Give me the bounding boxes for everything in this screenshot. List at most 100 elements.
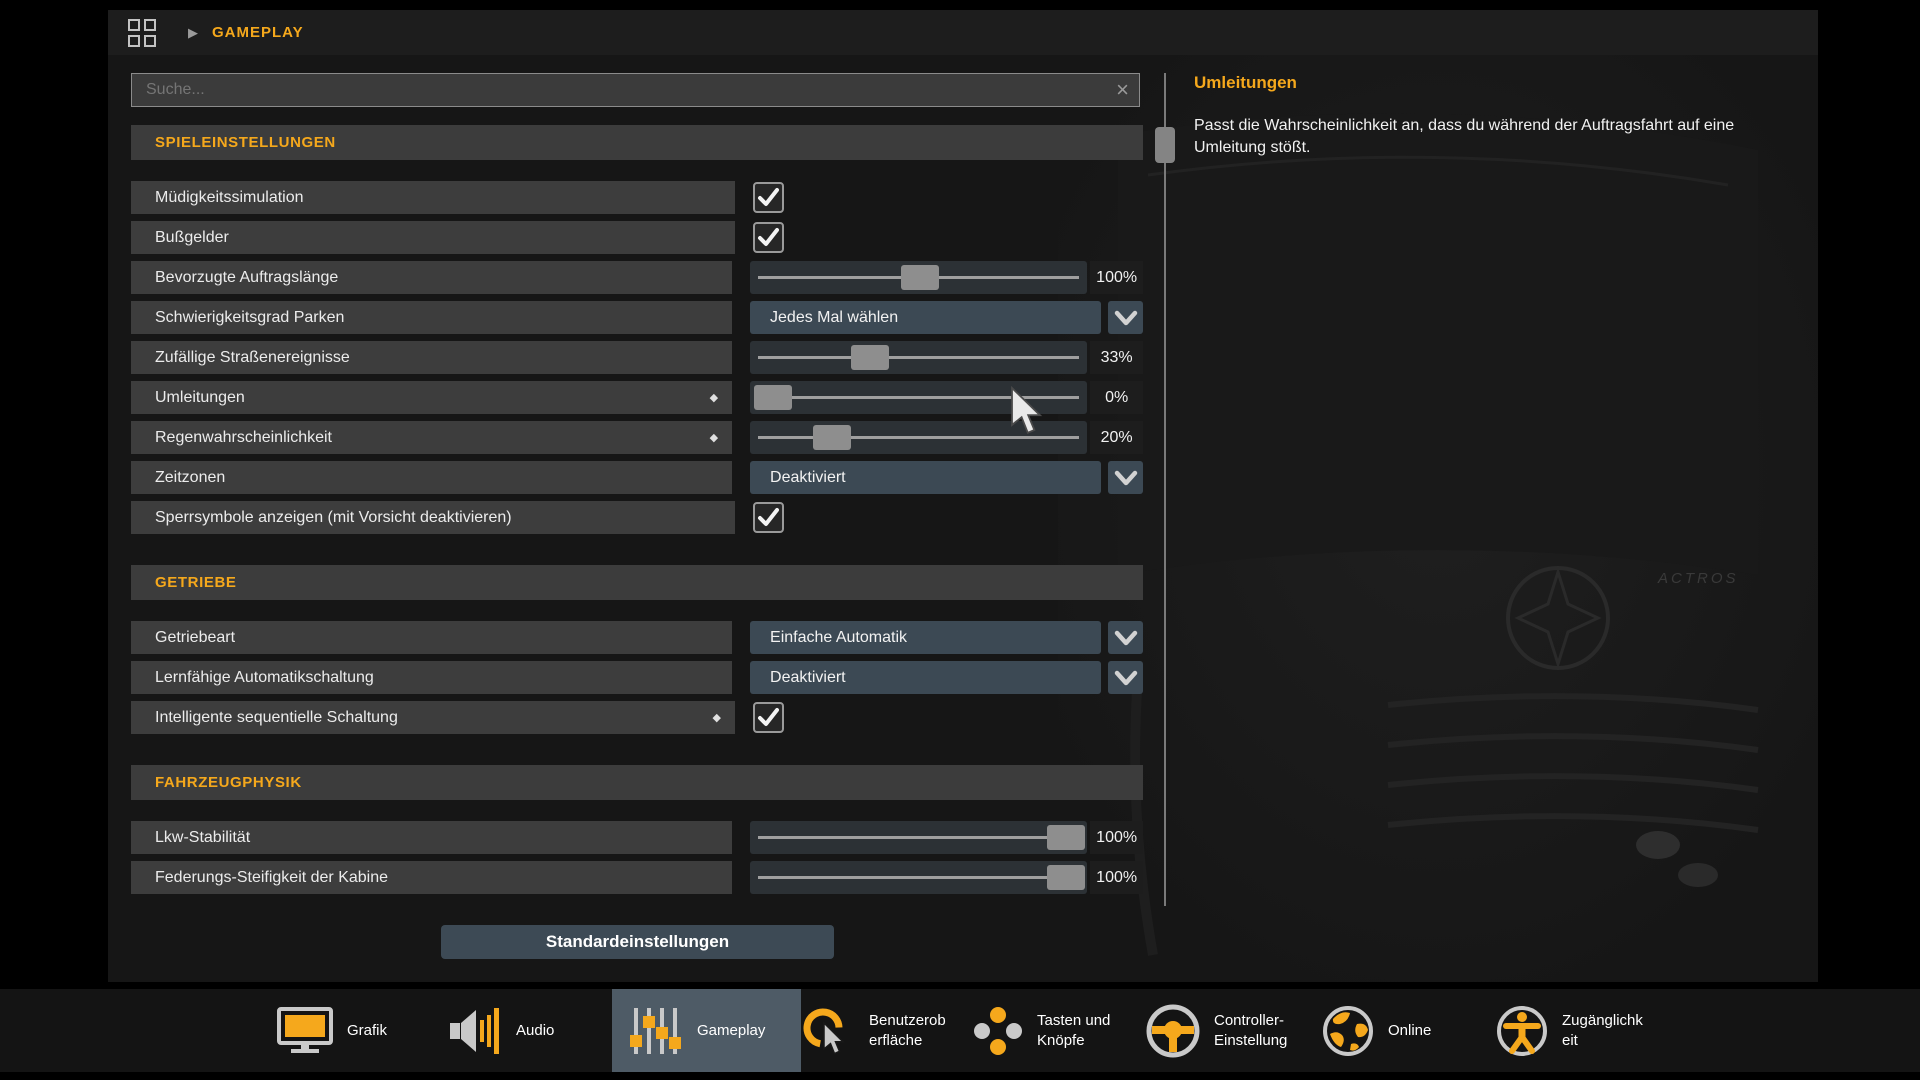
scrollbar-thumb[interactable] [1155,127,1175,163]
slider-value: 100% [1090,821,1143,854]
setting-checkbox[interactable] [753,702,784,733]
nav-tab-gameplay[interactable]: Gameplay [612,989,801,1072]
setting-row: Zeitzonen Deaktiviert [131,461,1143,494]
nav-tab-label: Online [1388,1021,1431,1041]
accessibility-icon [1495,1004,1549,1058]
slider-value: 20% [1090,421,1143,454]
setting-row: Zufällige Straßenereignisse 33% [131,341,1143,374]
setting-label-bar: Lkw-Stabilität [131,821,732,854]
search-clear-icon[interactable]: × [1106,79,1139,101]
setting-slider[interactable] [750,381,1087,414]
setting-slider[interactable] [750,261,1087,294]
settings-list: SPIELEINSTELLUNGEN Müdigkeitssimulation … [131,125,1143,901]
setting-label: Umleitungen [155,389,245,407]
slider-handle[interactable] [754,385,792,410]
setting-dropdown[interactable]: Einfache Automatik [750,621,1101,654]
section-header: FAHRZEUGPHYSIK [131,765,1143,800]
modified-marker-icon: ◆ [713,711,721,724]
grid-square [144,35,156,47]
modified-marker-icon: ◆ [710,431,718,444]
setting-row: Lkw-Stabilität 100% [131,821,1143,854]
defaults-button[interactable]: Standardeinstellungen [441,925,834,959]
setting-label-bar: Regenwahrscheinlichkeit ◆ [131,421,732,454]
setting-checkbox[interactable] [753,502,784,533]
nav-tab-label: Zugänglichk eit [1562,1011,1643,1050]
settings-panel: ▶ GAMEPLAY ACTROS [108,10,1818,982]
slider-handle[interactable] [813,425,851,450]
setting-dropdown[interactable]: Jedes Mal wählen [750,301,1101,334]
nav-tab-controller-einstellung[interactable]: Controller- Einstellung [1145,989,1287,1072]
nav-tab-benutzeroberflaeche[interactable]: Benutzerob erfläche [800,989,946,1072]
setting-label-bar: Umleitungen ◆ [131,381,732,414]
dropdown-value: Deaktiviert [770,669,846,687]
header-bar: ▶ GAMEPLAY [108,10,1818,55]
chevron-down-icon[interactable] [1108,301,1143,334]
grid-square [128,35,140,47]
setting-slider[interactable] [750,421,1087,454]
breadcrumb-arrow-icon: ▶ [188,25,198,41]
settings-section: SPIELEINSTELLUNGEN Müdigkeitssimulation … [131,125,1143,534]
setting-slider[interactable] [750,821,1087,854]
slider-value: 33% [1090,341,1143,374]
nav-tab-label: Benutzerob erfläche [869,1011,946,1050]
slider-handle[interactable] [1047,825,1085,850]
setting-label: Federungs-Steifigkeit der Kabine [155,869,388,887]
setting-label: Zeitzonen [155,469,225,487]
setting-checkbox[interactable] [753,182,784,213]
slider-value: 100% [1090,861,1143,894]
slider-track [758,876,1079,879]
setting-row: Intelligente sequentielle Schaltung ◆ [131,701,1143,734]
setting-label-bar: Sperrsymbole anzeigen (mit Vorsicht deak… [131,501,735,534]
setting-label-bar: Lernfähige Automatikschaltung [131,661,732,694]
setting-slider[interactable] [750,861,1087,894]
grid-square [144,19,156,31]
setting-checkbox[interactable] [753,222,784,253]
nav-tab-online[interactable]: Online [1321,989,1431,1072]
menu-grid-button[interactable] [128,19,156,47]
scrollbar-track[interactable] [1164,73,1166,906]
slider-value: 0% [1090,381,1143,414]
slider-handle[interactable] [851,345,889,370]
setting-label-bar: Bußgelder [131,221,735,254]
nav-tab-grafik[interactable]: Grafik [276,989,387,1072]
slider-track [758,836,1079,839]
setting-label: Getriebeart [155,629,235,647]
setting-label: Bevorzugte Auftragslänge [155,269,338,287]
section-title: FAHRZEUGPHYSIK [155,774,302,791]
buttons-icon [972,1005,1024,1057]
settings-section: GETRIEBE Getriebeart Einfache Automatik … [131,565,1143,734]
setting-label: Zufällige Straßenereignisse [155,349,350,367]
dropdown-value: Deaktiviert [770,469,846,487]
setting-label-bar: Zeitzonen [131,461,732,494]
setting-label: Lernfähige Automatikschaltung [155,669,374,687]
nav-tab-label: Gameplay [697,1021,765,1041]
slider-handle[interactable] [1047,865,1085,890]
setting-row: Bußgelder [131,221,1143,254]
setting-slider[interactable] [750,341,1087,374]
setting-label-bar: Müdigkeitssimulation [131,181,735,214]
chevron-down-icon[interactable] [1108,621,1143,654]
section-header: GETRIEBE [131,565,1143,600]
chevron-down-icon[interactable] [1108,661,1143,694]
slider-track [758,356,1079,359]
nav-tab-zugaenglichkeit[interactable]: Zugänglichk eit [1495,989,1643,1072]
cursor-click-icon [800,1005,856,1057]
setting-dropdown[interactable]: Deaktiviert [750,461,1101,494]
setting-dropdown[interactable]: Deaktiviert [750,661,1101,694]
svg-text:ACTROS: ACTROS [1657,570,1739,587]
search-input[interactable] [132,80,1106,100]
setting-label-bar: Schwierigkeitsgrad Parken [131,301,732,334]
setting-label: Intelligente sequentielle Schaltung [155,709,398,727]
slider-value: 100% [1090,261,1143,294]
setting-row: Federungs-Steifigkeit der Kabine 100% [131,861,1143,894]
nav-tab-audio[interactable]: Audio [449,989,554,1072]
dropdown-value: Jedes Mal wählen [770,309,898,327]
slider-handle[interactable] [901,265,939,290]
slider-track [758,396,1079,399]
setting-row: Sperrsymbole anzeigen (mit Vorsicht deak… [131,501,1143,534]
nav-tab-tasten-und-knoepfe[interactable]: Tasten und Knöpfe [972,989,1110,1072]
info-title: Umleitungen [1194,73,1794,93]
chevron-down-icon[interactable] [1108,461,1143,494]
setting-label: Lkw-Stabilität [155,829,250,847]
setting-label-bar: Getriebeart [131,621,732,654]
